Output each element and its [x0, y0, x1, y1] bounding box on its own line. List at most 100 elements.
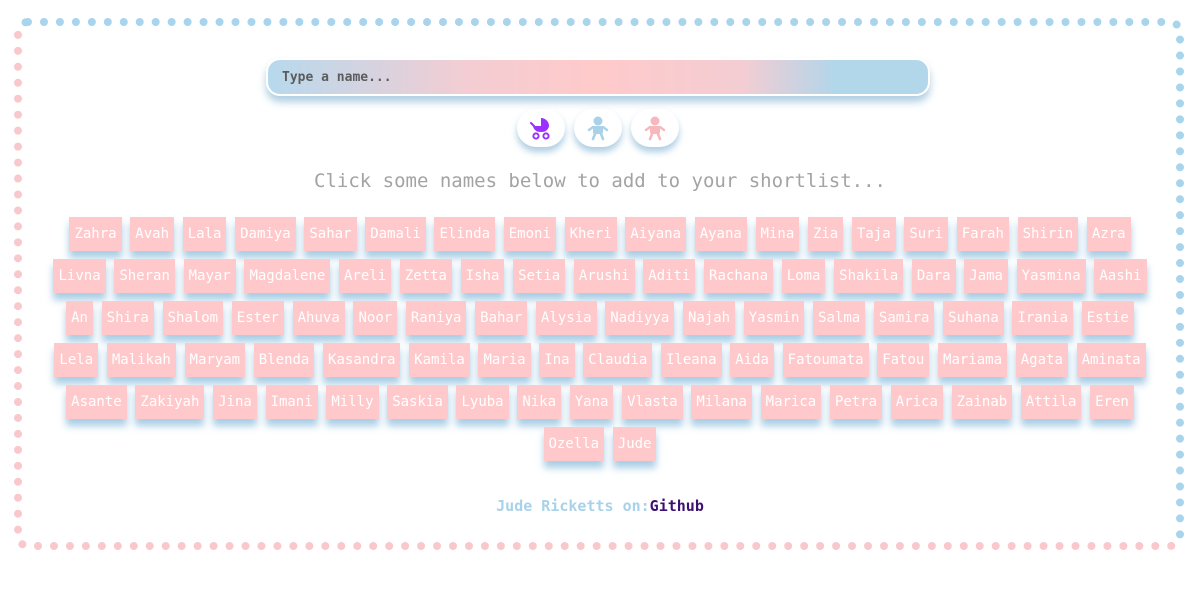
name-chip[interactable]: An [66, 301, 93, 335]
name-chip[interactable]: Bahar [475, 301, 528, 335]
name-chip[interactable]: Kamila [409, 343, 470, 377]
name-chip[interactable]: Aashi [1094, 259, 1147, 293]
name-chip[interactable]: Jina [213, 385, 257, 419]
name-chip[interactable]: Blenda [253, 343, 315, 377]
name-chip[interactable]: Maryam [184, 343, 246, 377]
name-chip[interactable]: Ina [539, 343, 575, 377]
name-chip[interactable]: Lala [182, 217, 227, 251]
name-chip[interactable]: Milly [326, 385, 379, 419]
name-chip[interactable]: Zia [807, 217, 844, 251]
name-chip[interactable]: Aida [730, 343, 774, 377]
name-chip[interactable]: Shirin [1017, 217, 1079, 251]
footer: Jude Ricketts on:Github [0, 497, 1200, 515]
name-chip[interactable]: Jama [964, 259, 1008, 293]
name-chip[interactable]: Zakiyah [135, 385, 205, 419]
name-chip[interactable]: Irania [1012, 301, 1074, 335]
name-chip[interactable]: Zainab [951, 385, 1013, 419]
name-search-input[interactable] [266, 58, 930, 96]
name-chip[interactable]: Shira [101, 301, 154, 335]
name-chip[interactable]: Aditi [643, 259, 696, 293]
name-chip[interactable]: Yasmin [743, 301, 805, 335]
name-chip[interactable]: Arica [890, 385, 943, 419]
name-chip[interactable]: Kheri [564, 217, 617, 251]
name-chip[interactable]: Eren [1090, 385, 1134, 419]
name-chip[interactable]: Marica [760, 385, 822, 419]
gender-filter-group [517, 109, 679, 149]
name-chip[interactable]: Shakila [834, 259, 904, 293]
boy-names-filter-button[interactable] [574, 109, 622, 147]
name-chip[interactable]: Alysia [535, 301, 597, 335]
name-chip[interactable]: Arushi [573, 259, 635, 293]
name-chip[interactable]: Fatoumata [782, 343, 869, 377]
name-chip[interactable]: Fatou [877, 343, 930, 377]
name-chip[interactable]: Rachana [704, 259, 774, 293]
name-chip[interactable]: Malikah [106, 343, 176, 377]
name-chip[interactable]: Petra [829, 385, 883, 419]
name-chip[interactable]: Jude [612, 427, 657, 461]
name-chip[interactable]: Setia [513, 259, 566, 293]
github-link[interactable]: Github [650, 497, 704, 515]
name-chip[interactable]: Agata [1015, 343, 1068, 377]
name-chip[interactable]: Livna [53, 259, 106, 293]
name-chip[interactable]: Vlasta [622, 385, 683, 419]
name-chip[interactable]: Ileana [660, 343, 722, 377]
name-chip[interactable]: Salma [813, 301, 866, 335]
name-chip[interactable]: Zahra [69, 217, 122, 251]
name-chip[interactable]: Loma [781, 259, 826, 293]
name-list: Zahra Avah Lala Damiya Sahar Damali Elinda Emon… [40, 217, 1160, 461]
name-chip[interactable]: Maria [478, 343, 531, 377]
all-names-filter-button[interactable] [517, 109, 565, 147]
baby-stroller-icon [530, 118, 550, 140]
name-chip[interactable]: Raniya [405, 301, 467, 335]
name-chip[interactable]: Mina [755, 217, 800, 251]
name-chip[interactable]: Sahar [304, 217, 357, 251]
name-chip[interactable]: Magdalene [244, 259, 331, 293]
name-chip[interactable]: Attila [1020, 385, 1082, 419]
name-chip[interactable]: Taja [851, 217, 896, 251]
name-chip[interactable]: Avah [130, 217, 174, 251]
name-chip[interactable]: Ahuva [292, 301, 345, 335]
name-chip[interactable]: Aiyana [625, 217, 686, 251]
name-chip[interactable]: Milana [691, 385, 752, 419]
name-chip[interactable]: Ayana [694, 217, 747, 251]
baby-girl-icon [644, 116, 666, 141]
name-chip[interactable]: Saskia [387, 385, 448, 419]
author-credit: Jude Ricketts on: [496, 497, 650, 515]
name-chip[interactable]: Estie [1081, 301, 1134, 335]
name-chip[interactable]: Ester [231, 301, 284, 335]
name-chip[interactable]: Lyuba [456, 385, 509, 419]
name-chip[interactable]: Noor [353, 301, 398, 335]
name-chip[interactable]: Nadiyya [605, 301, 675, 335]
name-chip[interactable]: Kasandra [323, 343, 401, 377]
name-chip[interactable]: Yana [569, 385, 614, 419]
name-chip[interactable]: Shalom [162, 301, 224, 335]
name-chip[interactable]: Damali [365, 217, 426, 251]
name-chip[interactable]: Isha [460, 259, 505, 293]
name-chip[interactable]: Suhana [943, 301, 1004, 335]
name-chip[interactable]: Asante [66, 385, 127, 419]
name-chip[interactable]: Nika [517, 385, 562, 419]
name-chip[interactable]: Elinda [434, 217, 496, 251]
name-chip[interactable]: Najah [682, 301, 736, 335]
name-chip[interactable]: Ozella [543, 427, 605, 461]
name-chip[interactable]: Mayar [183, 259, 236, 293]
name-chip[interactable]: Emoni [503, 217, 556, 251]
name-chip[interactable]: Yasmina [1016, 259, 1086, 293]
name-chip[interactable]: Mariama [938, 343, 1008, 377]
name-chip[interactable]: Aminata [1076, 343, 1146, 377]
name-chip[interactable]: Suri [904, 217, 949, 251]
name-chip[interactable]: Sheran [114, 259, 175, 293]
name-chip[interactable]: Dara [911, 259, 956, 293]
name-chip[interactable]: Areli [338, 259, 392, 293]
name-chip[interactable]: Farah [956, 217, 1009, 251]
name-chip[interactable]: Samira [873, 301, 935, 335]
name-chip[interactable]: Damiya [235, 217, 296, 251]
baby-boy-icon [587, 116, 609, 141]
name-chip[interactable]: Zetta [399, 259, 452, 293]
name-chip[interactable]: Azra [1086, 217, 1131, 251]
name-chip[interactable]: Claudia [583, 343, 653, 377]
name-chip[interactable]: Imani [265, 385, 318, 419]
girl-names-filter-button[interactable] [631, 109, 679, 147]
shortlist-instructions: Click some names below to add to your sh… [314, 170, 886, 192]
name-chip[interactable]: Lela [54, 343, 99, 377]
